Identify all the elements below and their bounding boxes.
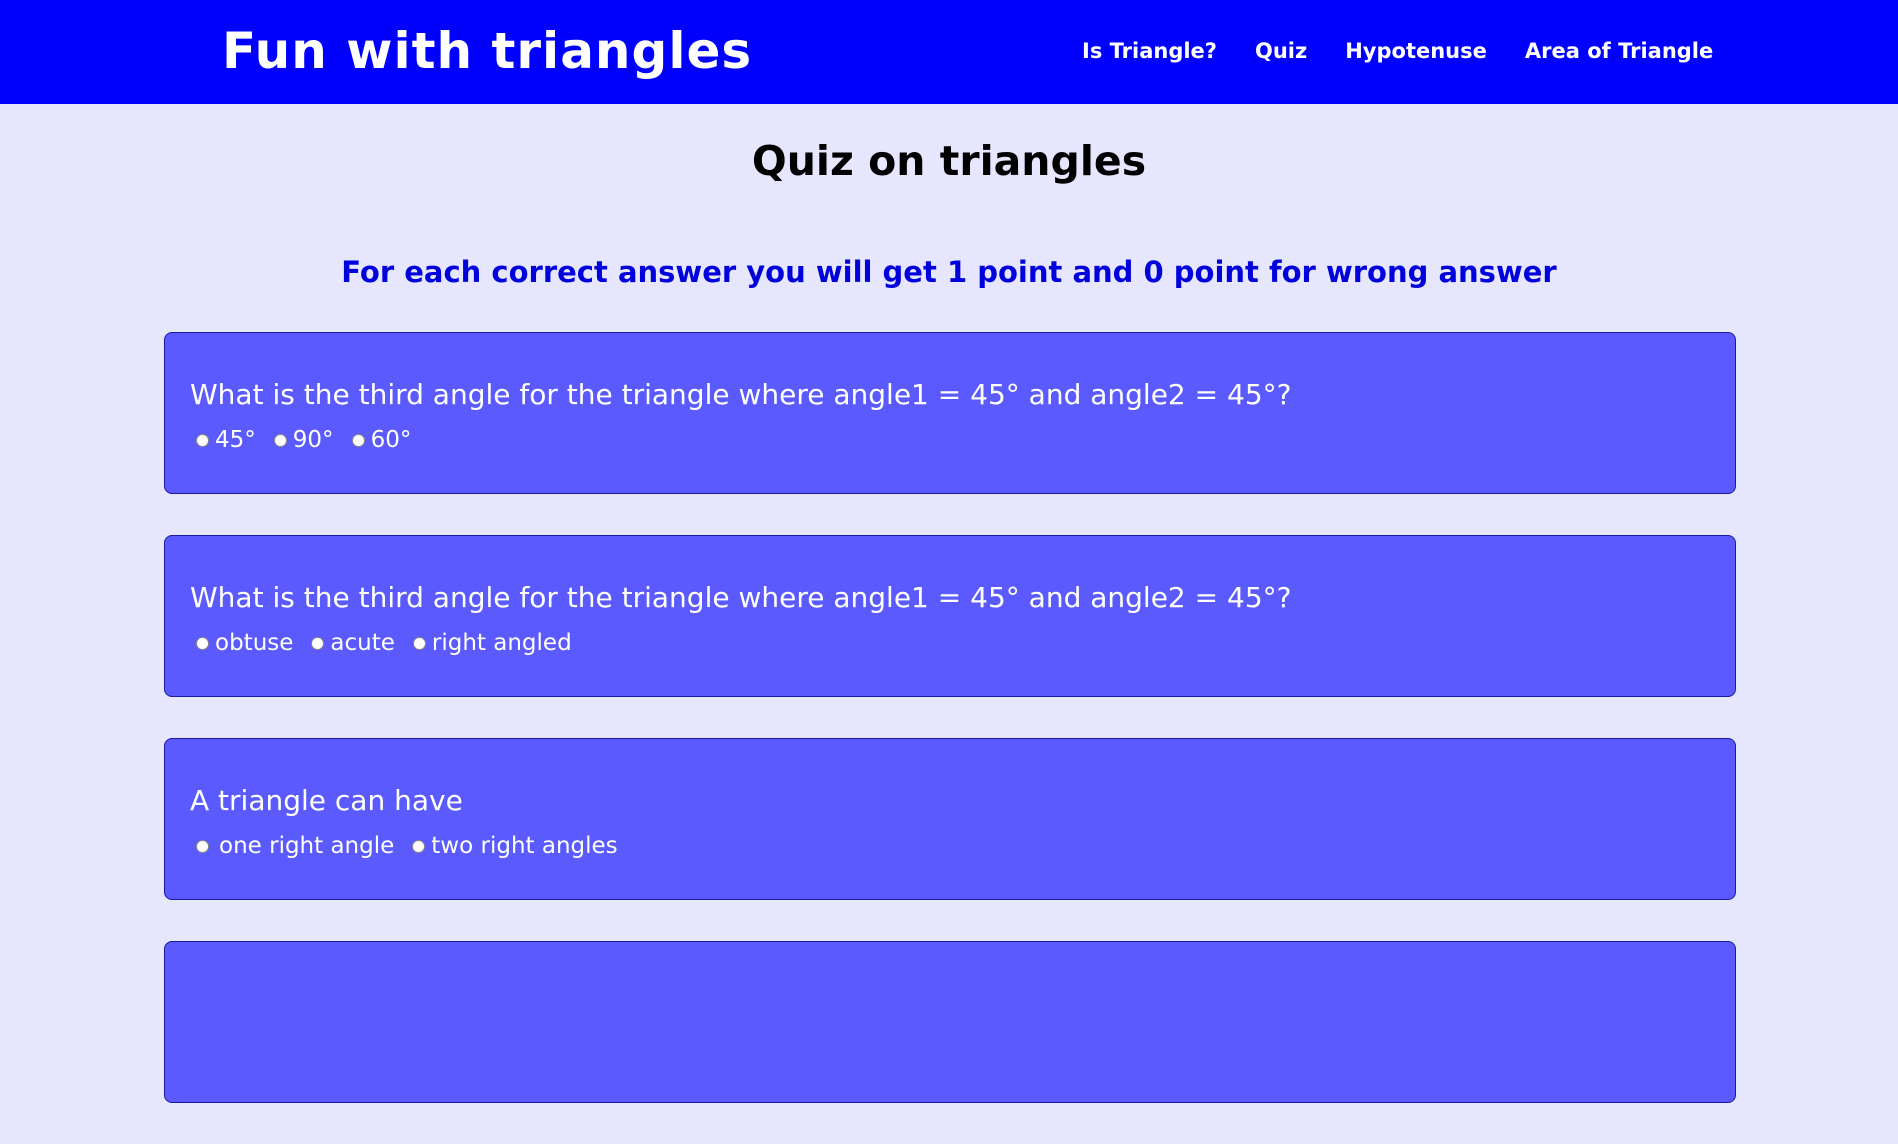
- answer-options: one right angle two right angles: [190, 831, 1735, 861]
- answer-option-label: acute: [330, 630, 395, 656]
- question-text: What is the third angle for the triangle…: [190, 378, 1292, 411]
- scoring-note: For each correct answer you will get 1 p…: [341, 255, 1557, 289]
- answer-option-label: right angled: [431, 630, 572, 656]
- question-card-2: What is the third angle for the triangle…: [164, 535, 1736, 697]
- question-card-4: [164, 941, 1736, 1103]
- answer-options: obtuse acute right angled: [190, 628, 1735, 658]
- answer-option-label: 90°: [292, 427, 334, 453]
- answer-option-label: 45°: [215, 427, 256, 453]
- question-list: What is the third angle for the triangle…: [164, 332, 1736, 1144]
- page-title: Quiz on triangles: [751, 137, 1147, 185]
- nav-link-area-of-triangle[interactable]: Area of Triangle: [1525, 36, 1713, 66]
- answer-option-label: 60°: [370, 427, 412, 453]
- answer-option-label: obtuse: [215, 630, 294, 656]
- answer-option[interactable]: right angled: [407, 628, 572, 658]
- question-text: A triangle can have: [190, 784, 463, 817]
- answer-option[interactable]: 90°: [268, 425, 334, 455]
- radio-button-icon[interactable]: [273, 433, 287, 447]
- answer-option[interactable]: 45°: [190, 425, 256, 455]
- radio-button-icon[interactable]: [196, 839, 209, 853]
- radio-button-icon[interactable]: [412, 839, 426, 853]
- site-header: Fun with triangles Is Triangle? Quiz Hyp…: [0, 0, 1898, 104]
- radio-button-icon[interactable]: [196, 433, 209, 447]
- answer-option-label: one right angle: [219, 833, 395, 859]
- question-card-3: A triangle can have one right angle two …: [164, 738, 1736, 900]
- answer-option[interactable]: one right angle: [190, 831, 394, 861]
- question-text: What is the third angle for the triangle…: [190, 581, 1292, 614]
- site-brand: Fun with triangles: [222, 22, 753, 80]
- radio-button-icon[interactable]: [412, 636, 426, 650]
- main-nav: Is Triangle? Quiz Hypotenuse Area of Tri…: [1082, 36, 1713, 66]
- radio-button-icon[interactable]: [311, 636, 325, 650]
- nav-link-hypotenuse[interactable]: Hypotenuse: [1345, 36, 1487, 66]
- radio-button-icon[interactable]: [196, 636, 209, 650]
- answer-option[interactable]: obtuse: [190, 628, 293, 658]
- answer-options: 45° 90° 60°: [190, 425, 1735, 455]
- nav-link-quiz[interactable]: Quiz: [1255, 36, 1307, 66]
- question-card-1: What is the third angle for the triangle…: [164, 332, 1736, 494]
- nav-link-is-triangle[interactable]: Is Triangle?: [1082, 36, 1217, 66]
- answer-option[interactable]: two right angles: [406, 831, 618, 861]
- answer-option[interactable]: acute: [305, 628, 395, 658]
- answer-option[interactable]: 60°: [346, 425, 412, 455]
- answer-option-label: two right angles: [431, 833, 618, 859]
- radio-button-icon[interactable]: [351, 433, 365, 447]
